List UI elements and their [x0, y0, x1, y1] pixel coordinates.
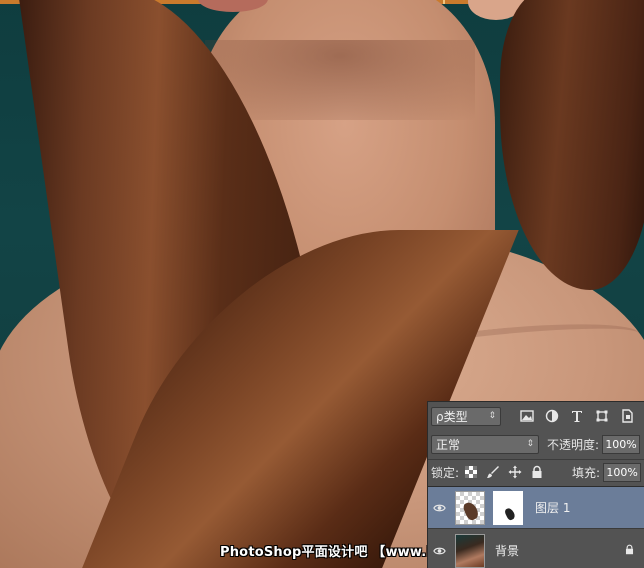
lock-position-move-icon[interactable]: [507, 465, 522, 480]
lock-label: 锁定:: [431, 465, 460, 480]
updown-arrows-icon: ⇕: [488, 411, 496, 421]
adjustment-filter-icon[interactable]: [544, 409, 559, 424]
visibility-eye-icon[interactable]: [428, 546, 450, 556]
mask-content: [503, 506, 517, 521]
lock-icons: [463, 465, 544, 480]
strip-tick: [443, 0, 445, 4]
layer-name[interactable]: 背景: [495, 542, 519, 559]
layer-mask-thumbnail[interactable]: [493, 490, 523, 525]
layer-name[interactable]: 图层 1: [535, 499, 570, 516]
lock-fill-row: 锁定: 填充: 100%: [428, 460, 644, 484]
fill-input[interactable]: 100%: [603, 462, 642, 482]
photo-hair-right: [500, 0, 644, 290]
layer-thumbnail[interactable]: [455, 533, 485, 568]
lock-all-icon[interactable]: [529, 465, 544, 480]
smart-object-filter-icon[interactable]: [619, 409, 634, 424]
opacity-label: 不透明度:: [547, 437, 600, 452]
updown-arrows-icon: ⇕: [526, 439, 534, 449]
lock-transparent-pixels-icon[interactable]: [463, 465, 478, 480]
layer-row-background[interactable]: 背景: [428, 530, 644, 568]
layers-panel: ρ类型 ⇕ 正常 ⇕ 不透明度: 100% 锁定: 填充: 100% 图层 1 …: [427, 401, 644, 568]
layer-row-layer1[interactable]: 图层 1: [428, 487, 644, 529]
image-filter-icon[interactable]: [519, 409, 534, 424]
visibility-eye-icon[interactable]: [428, 503, 450, 513]
layer-filter-select[interactable]: ρ类型 ⇕: [431, 406, 501, 426]
opacity-input[interactable]: 100%: [602, 434, 641, 454]
fill-label: 填充:: [572, 465, 601, 480]
type-filter-icon[interactable]: [569, 409, 584, 424]
layer-filter-row: ρ类型 ⇕: [428, 404, 644, 428]
blend-mode-value: 正常: [436, 437, 461, 452]
blend-opacity-row: 正常 ⇕ 不透明度: 100%: [428, 432, 644, 456]
blend-mode-select[interactable]: 正常 ⇕: [431, 434, 539, 454]
shape-filter-icon[interactable]: [594, 409, 609, 424]
layer-lock-icon: [624, 544, 635, 558]
filter-icons: [519, 409, 634, 424]
lock-image-pixels-brush-icon[interactable]: [485, 465, 500, 480]
thumbnail-content: [461, 499, 481, 522]
layer-filter-label: ρ类型: [436, 409, 468, 424]
layer-thumbnail[interactable]: [455, 490, 485, 525]
